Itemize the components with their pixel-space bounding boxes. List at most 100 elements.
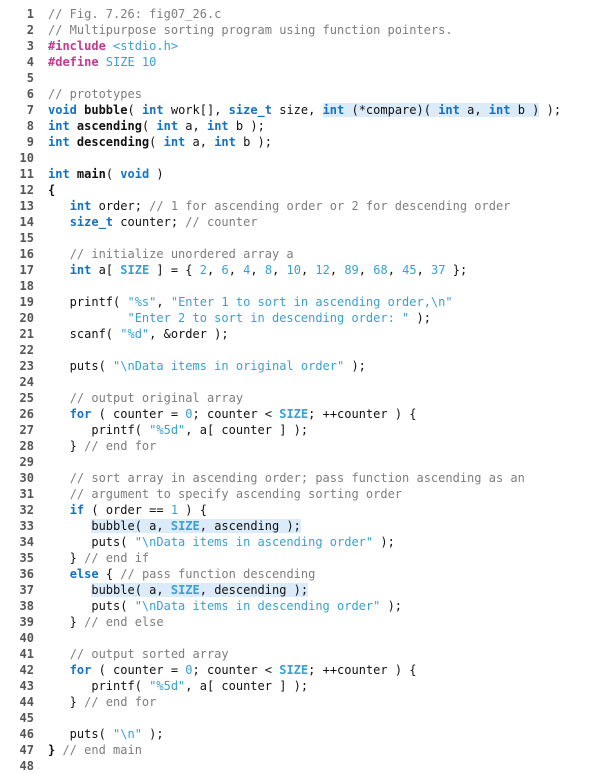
token: 6	[221, 263, 228, 277]
code-content: {	[48, 182, 55, 198]
code-content: #define SIZE 10	[48, 54, 156, 70]
code-line: 30 // sort array in ascending order; pas…	[0, 470, 598, 486]
code-line: 7void bubble( int work[], size_t size, i…	[0, 102, 598, 118]
code-line: 1// Fig. 7.26: fig07_26.c	[0, 6, 598, 22]
line-number: 30	[0, 470, 48, 486]
code-content: // output original array	[48, 390, 243, 406]
line-number: 13	[0, 198, 48, 214]
token: // end main	[62, 743, 141, 757]
token: "%5d"	[149, 423, 185, 437]
token: size,	[279, 103, 322, 117]
token: b );	[243, 135, 272, 149]
code-line: 43 printf( "%5d", a[ counter ] );	[0, 678, 598, 694]
token: ; ++counter ) {	[308, 407, 416, 421]
line-number: 14	[0, 214, 48, 230]
token: int	[70, 199, 99, 213]
token: ,	[417, 263, 431, 277]
line-number: 6	[0, 86, 48, 102]
token: );	[380, 599, 402, 613]
code-line: 34 puts( "\nData items in ascending orde…	[0, 534, 598, 550]
token: SIZE	[120, 263, 149, 277]
token: // 1 for ascending order or 2 for descen…	[149, 199, 510, 213]
token: }	[48, 439, 84, 453]
token: ( counter =	[91, 663, 185, 677]
token: for	[70, 663, 92, 677]
code-line: 5	[0, 70, 598, 86]
token	[48, 247, 70, 261]
token: // end if	[84, 551, 149, 565]
token: };	[446, 263, 468, 277]
line-number: 22	[0, 342, 48, 358]
token: (	[106, 167, 120, 181]
line-number: 7	[0, 102, 48, 118]
token: SIZE	[279, 663, 308, 677]
token: ; ++counter ) {	[308, 663, 416, 677]
line-number: 12	[0, 182, 48, 198]
token: "%5d"	[149, 679, 185, 693]
code-content: // output sorted array	[48, 646, 229, 662]
token: "\nData items in descending order"	[135, 599, 381, 613]
code-content: // initialize unordered array a	[48, 246, 294, 262]
code-content: bubble( a, SIZE, ascending );	[48, 518, 301, 534]
token: 10	[287, 263, 301, 277]
token: 89	[344, 263, 358, 277]
token: // initialize unordered array a	[70, 247, 294, 261]
token: a,	[193, 135, 215, 149]
line-number: 26	[0, 406, 48, 422]
token: "Enter 1 to sort in ascending order,\n"	[171, 295, 453, 309]
token: scanf(	[48, 327, 120, 341]
line-number: 35	[0, 550, 48, 566]
code-content: void bubble( int work[], size_t size, in…	[48, 102, 561, 118]
token: , descending );	[200, 583, 308, 597]
token: a[	[99, 263, 121, 277]
token: int	[164, 135, 193, 149]
line-number: 16	[0, 246, 48, 262]
token: #define	[48, 55, 106, 69]
code-line: 26 for ( counter = 0; counter < SIZE; ++…	[0, 406, 598, 422]
token: // end for	[84, 439, 156, 453]
line-number: 31	[0, 486, 48, 502]
token: );	[344, 359, 366, 373]
code-line: 42 for ( counter = 0; counter < SIZE; ++…	[0, 662, 598, 678]
token: #include	[48, 39, 113, 53]
code-line: 6// prototypes	[0, 86, 598, 102]
code-line: 8int ascending( int a, int b );	[0, 118, 598, 134]
token	[48, 583, 91, 597]
token: // output sorted array	[70, 647, 229, 661]
token: work[],	[171, 103, 229, 117]
token: if	[70, 503, 84, 517]
token: "%s"	[127, 295, 156, 309]
code-content: puts( "\n" );	[48, 726, 164, 742]
code-line: 15	[0, 230, 598, 246]
code-line: 28 } // end for	[0, 438, 598, 454]
line-number: 5	[0, 70, 48, 86]
token: // end for	[84, 695, 156, 709]
token: "%d"	[120, 327, 149, 341]
token: ] = {	[149, 263, 200, 277]
token: printf(	[48, 423, 149, 437]
code-content: int main( void )	[48, 166, 164, 182]
token: ,	[301, 263, 315, 277]
code-line: 44 } // end for	[0, 694, 598, 710]
token: ,	[272, 263, 286, 277]
code-content: } // end else	[48, 614, 164, 630]
code-line: 31 // argument to specify ascending sort…	[0, 486, 598, 502]
code-line: 14 size_t counter; // counter	[0, 214, 598, 230]
code-line: 20 "Enter 2 to sort in descending order:…	[0, 310, 598, 326]
code-content: int order; // 1 for ascending order or 2…	[48, 198, 510, 214]
line-number: 32	[0, 502, 48, 518]
code-line: 9int descending( int a, int b );	[0, 134, 598, 150]
token	[48, 311, 127, 325]
token	[48, 487, 70, 501]
code-content: "Enter 2 to sort in descending order: " …	[48, 310, 431, 326]
code-content: for ( counter = 0; counter < SIZE; ++cou…	[48, 662, 417, 678]
token: int	[214, 135, 243, 149]
token: int	[489, 103, 518, 117]
line-number: 47	[0, 742, 48, 758]
token: int	[438, 103, 467, 117]
code-content: for ( counter = 0; counter < SIZE; ++cou…	[48, 406, 417, 422]
token: (*compare)(	[351, 103, 438, 117]
code-line: 46 puts( "\n" );	[0, 726, 598, 742]
line-number: 40	[0, 630, 48, 646]
token: bubble	[84, 103, 127, 117]
